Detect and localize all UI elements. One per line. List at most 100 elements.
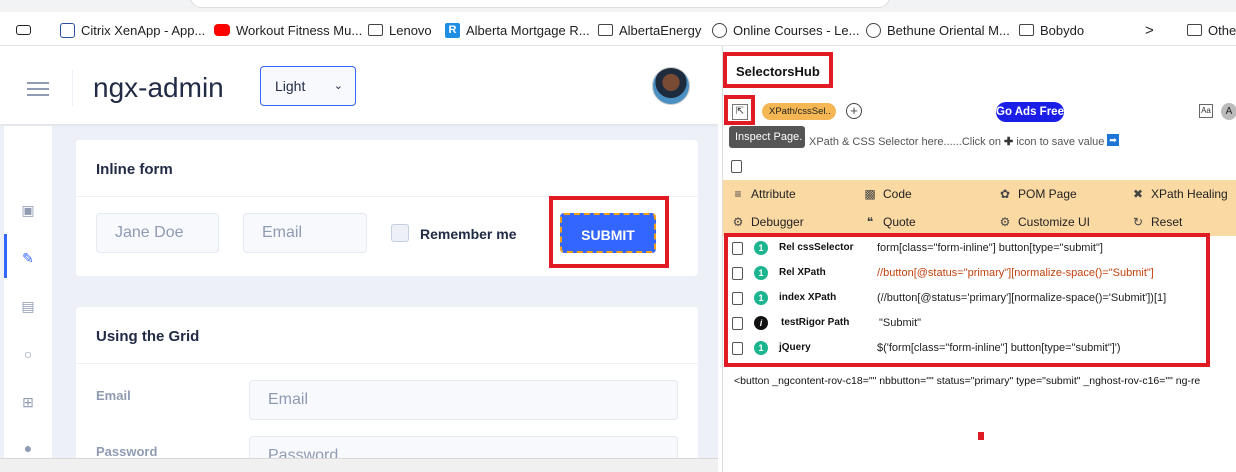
menu-xpath-healing[interactable]: ✖ XPath Healing [1131, 187, 1228, 201]
inspect-icon[interactable]: ⇱ [732, 104, 748, 120]
selectorshub-panel: SelectorsHub ⇱ XPath/cssSel.. + Go Ads F… [722, 46, 1236, 472]
user-avatar[interactable] [652, 67, 690, 105]
inline-form-title: Inline form [96, 161, 173, 178]
address-bar[interactable] [190, 0, 890, 8]
bookmark-label: Workout Fitness Mu... [236, 22, 363, 38]
copy-icon[interactable] [731, 160, 742, 173]
pom-icon: ✿ [999, 187, 1011, 201]
globe-icon [866, 22, 881, 38]
red-marker [978, 432, 984, 440]
copy-icon[interactable] [732, 267, 743, 280]
result-row: 1 Rel XPath //button[@status="primary"][… [723, 261, 1236, 286]
chevron-down-icon: ⌄ [333, 80, 343, 92]
hamburger-menu-icon[interactable] [27, 82, 49, 96]
folder-icon [368, 24, 383, 36]
font-size-icon[interactable]: Aa [1199, 104, 1213, 118]
info-icon: i [754, 316, 768, 330]
sidebar-active-indicator [4, 234, 7, 278]
result-value[interactable]: (//button[@status='primary'][normalize-s… [877, 292, 1166, 304]
menu-pom-page[interactable]: ✿ POM Page [998, 187, 1077, 201]
result-value[interactable]: //button[@status="primary"][normalize-sp… [877, 267, 1154, 279]
grid-email-input[interactable]: Email [249, 380, 678, 420]
menu-quote[interactable]: ❝ Quote [863, 215, 916, 229]
selectorshub-toolbar: ⇱ XPath/cssSel.. + Go Ads Free Aa A [723, 95, 1236, 126]
result-row: 1 Rel cssSelector form[class="form-inlin… [723, 236, 1236, 261]
menu-code[interactable]: ▩ Code [863, 187, 911, 201]
bookmark-bobydo[interactable]: Bobydo [1019, 21, 1084, 39]
bookmark-albertaenergy[interactable]: AlbertaEnergy [598, 21, 701, 39]
theme-select-value: Light [275, 78, 306, 94]
menu-debugger[interactable]: ⚙ Debugger [731, 215, 804, 229]
email-input[interactable]: Email [243, 213, 367, 253]
grid-icon[interactable]: ⊞ [20, 394, 36, 410]
selector-input-placeholder: XPath & CSS Selector here......Click on … [809, 136, 1105, 148]
bookmark-other[interactable]: Othe [1187, 21, 1236, 39]
inline-form-card: Inline form Jane Doe Email Remember me S… [76, 140, 698, 276]
a-icon[interactable]: A [1221, 103, 1236, 120]
copy-icon[interactable] [732, 342, 743, 355]
add-icon[interactable]: + [846, 103, 862, 119]
folder-icon [1019, 24, 1034, 36]
go-ads-free-button[interactable]: Go Ads Free [996, 102, 1064, 122]
result-label: testRigor Path [781, 317, 850, 328]
devtools-bottom-bar [0, 458, 718, 472]
bookmark-label: Online Courses - Le... [733, 22, 860, 38]
bookmark-label: Bethune Oriental M... [887, 22, 1010, 38]
name-input[interactable]: Jane Doe [96, 213, 219, 253]
remember-me-label: Remember me [420, 226, 517, 242]
bookmark-label: Othe [1208, 22, 1236, 38]
folder-icon [1187, 24, 1202, 36]
quote-icon: ❝ [866, 215, 874, 229]
xpath-css-selector-pill[interactable]: XPath/cssSel.. [762, 103, 836, 120]
save-icon[interactable]: ➡ [1107, 134, 1119, 146]
element-html-snippet: <button _ngcontent-rov-c18="" nbbutton="… [734, 375, 1201, 387]
citrix-icon [60, 22, 75, 38]
app-header: ngx-admin Light ⌄ [0, 46, 718, 124]
copy-icon[interactable] [732, 242, 743, 255]
grid-form-title: Using the Grid [96, 328, 200, 345]
match-count-badge: 1 [754, 241, 768, 255]
r-icon: R [445, 22, 460, 38]
result-value[interactable]: "Submit" [879, 317, 921, 329]
selectorshub-menu: ≡ Attribute ▩ Code ✿ POM Page ✖ XPath Healin… [723, 180, 1236, 236]
bookmark-label: Alberta Mortgage R... [466, 22, 590, 38]
result-row: 1 index XPath (//button[@status='primary… [723, 286, 1236, 311]
reset-icon: ↻ [1132, 215, 1144, 229]
menu-attribute[interactable]: ≡ Attribute [731, 187, 795, 201]
gear-icon: ⚙ [999, 215, 1011, 229]
layout-icon[interactable]: ▣ [20, 202, 36, 218]
bookmark-lenovo[interactable]: Lenovo [368, 21, 432, 39]
folder-icon [598, 24, 613, 36]
healing-icon: ✖ [1132, 187, 1144, 201]
bookmark-workout[interactable]: Workout Fitness Mu... [214, 21, 362, 39]
bookmark-device[interactable] [16, 21, 37, 39]
menu-reset[interactable]: ↻ Reset [1131, 215, 1182, 229]
bookmark-online-courses[interactable]: Online Courses - Le... [712, 21, 859, 39]
remember-me-checkbox[interactable] [391, 224, 409, 242]
result-value[interactable]: form[class="form-inline"] button[type="s… [877, 242, 1103, 254]
globe-icon [712, 22, 727, 38]
bookmarks-more-chevron[interactable]: > [1145, 21, 1154, 39]
edit-icon[interactable]: ✎ [20, 250, 36, 266]
code-icon: ▩ [864, 187, 876, 201]
ngx-admin-app: ngx-admin Light ⌄ ▣ ✎ ▤ ○ ⊞ ● Inline for… [0, 46, 718, 472]
selectorshub-title: SelectorsHub [736, 64, 820, 79]
result-label: Rel XPath [779, 267, 826, 278]
browser-top-strip [0, 0, 1236, 12]
submit-button[interactable]: SUBMIT [560, 213, 656, 253]
copy-icon[interactable] [732, 292, 743, 305]
bookmark-citrix[interactable]: Citrix XenApp - App... [60, 21, 205, 39]
brand-title[interactable]: ngx-admin [93, 72, 224, 104]
lock-icon[interactable]: ● [20, 440, 36, 456]
bookmark-alberta-mortgage[interactable]: R Alberta Mortgage R... [445, 21, 590, 39]
result-value[interactable]: $('form[class="form-inline"] button[type… [877, 342, 1121, 354]
calendar-icon[interactable]: ▤ [20, 298, 36, 314]
youtube-icon [214, 24, 230, 36]
theme-select[interactable]: Light ⌄ [260, 66, 356, 106]
chat-icon[interactable]: ○ [20, 346, 36, 362]
result-label: index XPath [779, 292, 837, 303]
result-label: Rel cssSelector [779, 242, 854, 253]
copy-icon[interactable] [732, 317, 743, 330]
bookmark-bethune[interactable]: Bethune Oriental M... [866, 21, 1010, 39]
menu-customize-ui[interactable]: ⚙ Customize UI [998, 215, 1090, 229]
